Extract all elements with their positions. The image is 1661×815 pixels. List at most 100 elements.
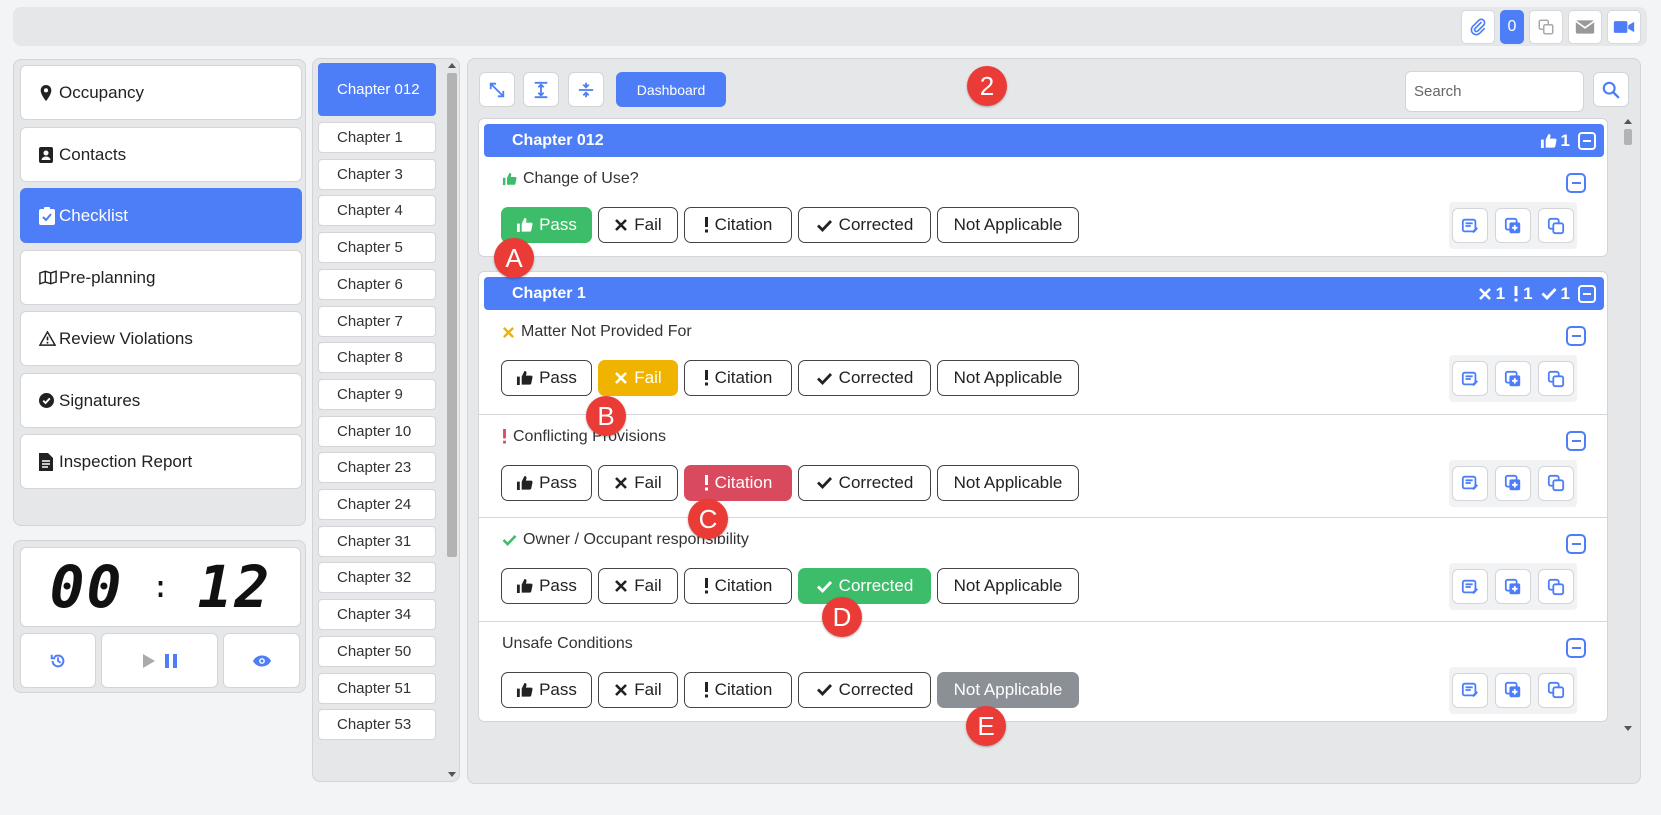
chapter-item[interactable]: Chapter 3	[318, 158, 436, 190]
collapse-item-button[interactable]	[1566, 173, 1586, 193]
add-item-button[interactable]	[1495, 465, 1531, 501]
checklist-item: Unsafe Conditions Pass Fail Citation Correct…	[479, 620, 1607, 724]
chapter-item[interactable]: Chapter 10	[318, 415, 436, 447]
collapse-item-button[interactable]	[1566, 430, 1586, 451]
edit-note-button[interactable]	[1452, 672, 1488, 708]
chapter-item[interactable]: Chapter 24	[318, 489, 436, 520]
nav-item-contacts[interactable]: Contacts	[20, 127, 302, 182]
add-item-button[interactable]	[1495, 569, 1531, 604]
not-applicable-button[interactable]: Not Applicable	[937, 207, 1079, 243]
nav-item-signatures[interactable]: Signatures	[20, 373, 302, 428]
video-button[interactable]	[1607, 10, 1641, 44]
nav-item-inspection-report[interactable]: Inspection Report	[20, 434, 302, 489]
collapse-item-button[interactable]	[1566, 637, 1586, 658]
option-label: Pass	[539, 679, 577, 699]
copy-icon	[1547, 681, 1565, 699]
attachment-button[interactable]	[1461, 10, 1495, 44]
x-icon	[503, 326, 514, 338]
add-copy-icon	[1504, 217, 1521, 233]
chapter-item[interactable]: Chapter 51	[318, 672, 436, 704]
chapter-item[interactable]: Chapter 4	[318, 195, 436, 227]
chapter-item[interactable]: Chapter 32	[318, 562, 436, 594]
collapse-section-button[interactable]	[1578, 131, 1596, 150]
not-applicable-button[interactable]: Not Applicable	[937, 568, 1079, 604]
attachment-count-badge[interactable]: 0	[1500, 10, 1524, 44]
fail-button[interactable]: Fail	[598, 207, 678, 243]
add-item-button[interactable]	[1495, 361, 1531, 396]
corrected-button[interactable]: Corrected	[798, 568, 931, 604]
collapse-section-button[interactable]	[1578, 284, 1596, 303]
not-applicable-button[interactable]: Not Applicable	[937, 671, 1079, 708]
chapter-item[interactable]: Chapter 9	[318, 378, 436, 410]
nav-item-checklist[interactable]: Checklist	[20, 188, 302, 243]
pass-button[interactable]: Pass	[501, 671, 592, 708]
chapter-item[interactable]: Chapter 6	[318, 268, 436, 300]
citation-button[interactable]: Citation	[684, 568, 792, 604]
option-label: Not Applicable	[953, 215, 1063, 234]
duplicate-button[interactable]	[1538, 672, 1574, 708]
corrected-button[interactable]: Corrected	[798, 207, 931, 243]
fail-button[interactable]: Fail	[598, 360, 678, 396]
timer-view-button[interactable]	[223, 633, 300, 688]
search-input[interactable]	[1405, 71, 1584, 112]
nav-item-occupancy[interactable]: Occupancy	[20, 65, 302, 120]
option-label: Pass	[539, 576, 577, 595]
edit-note-icon	[1461, 475, 1478, 491]
edit-note-button[interactable]	[1452, 465, 1488, 501]
annotation-marker: 2	[967, 66, 1007, 106]
chapter-item[interactable]: Chapter 8	[318, 342, 436, 374]
not-applicable-button[interactable]: Not Applicable	[937, 464, 1079, 501]
duplicate-button[interactable]	[1538, 208, 1574, 243]
corrected-button[interactable]: Corrected	[798, 360, 931, 396]
chapter-item[interactable]: Chapter 1	[318, 122, 436, 153]
section-header[interactable]: Chapter 1 1 1 1	[484, 277, 1604, 310]
section-header[interactable]: Chapter 012 1	[484, 124, 1604, 157]
timer-reset-button[interactable]	[20, 633, 96, 688]
expand-button[interactable]	[479, 72, 515, 107]
edit-note-button[interactable]	[1452, 361, 1488, 396]
dashboard-button[interactable]: Dashboard	[616, 72, 726, 107]
pass-button[interactable]: Pass	[501, 568, 592, 604]
not-applicable-button[interactable]: Not Applicable	[937, 360, 1079, 396]
x-icon	[615, 372, 628, 384]
search-button[interactable]	[1593, 72, 1629, 107]
collapse-item-button[interactable]	[1566, 534, 1586, 554]
copy-button[interactable]	[1529, 10, 1563, 44]
nav-item-review-violations[interactable]: Review Violations	[20, 311, 302, 366]
fail-button[interactable]: Fail	[598, 568, 678, 604]
duplicate-button[interactable]	[1538, 361, 1574, 396]
edit-note-button[interactable]	[1452, 208, 1488, 243]
edit-note-button[interactable]	[1452, 569, 1488, 604]
timer-play-pause-button[interactable]	[101, 633, 218, 688]
email-button[interactable]	[1568, 10, 1602, 44]
duplicate-button[interactable]	[1538, 465, 1574, 501]
citation-button[interactable]: Citation	[684, 671, 792, 708]
citation-button[interactable]: Citation	[684, 207, 792, 243]
main-scrollbar[interactable]	[1621, 117, 1635, 737]
chapter-item[interactable]: Chapter 5	[318, 232, 436, 264]
add-item-button[interactable]	[1495, 208, 1531, 243]
citation-button[interactable]: Citation	[684, 360, 792, 396]
chapter-item[interactable]: Chapter 31	[318, 525, 436, 557]
duplicate-button[interactable]	[1538, 569, 1574, 604]
corrected-button[interactable]: Corrected	[798, 671, 931, 708]
pass-button[interactable]: Pass	[501, 360, 592, 396]
fail-button[interactable]: Fail	[598, 671, 678, 708]
pass-button[interactable]: Pass	[501, 464, 592, 501]
chapter-scrollbar[interactable]	[445, 61, 459, 781]
corrected-button[interactable]: Corrected	[798, 464, 931, 501]
chapter-item[interactable]: Chapter 53	[318, 709, 436, 741]
citation-button[interactable]: Citation	[684, 464, 792, 501]
nav-item-pre-planning[interactable]: Pre-planning	[20, 250, 302, 305]
chapter-item[interactable]: Chapter 7	[318, 305, 436, 337]
collapse-all-button[interactable]	[568, 72, 604, 107]
collapse-item-button[interactable]	[1566, 326, 1586, 346]
chapter-item[interactable]: Chapter 34	[318, 599, 436, 631]
item-actions	[1449, 563, 1577, 610]
chapter-item[interactable]: Chapter 012	[318, 63, 436, 116]
chapter-item[interactable]: Chapter 23	[318, 452, 436, 484]
chapter-item[interactable]: Chapter 50	[318, 635, 436, 667]
fail-button[interactable]: Fail	[598, 464, 678, 501]
add-item-button[interactable]	[1495, 672, 1531, 708]
expand-all-button[interactable]	[523, 72, 559, 107]
